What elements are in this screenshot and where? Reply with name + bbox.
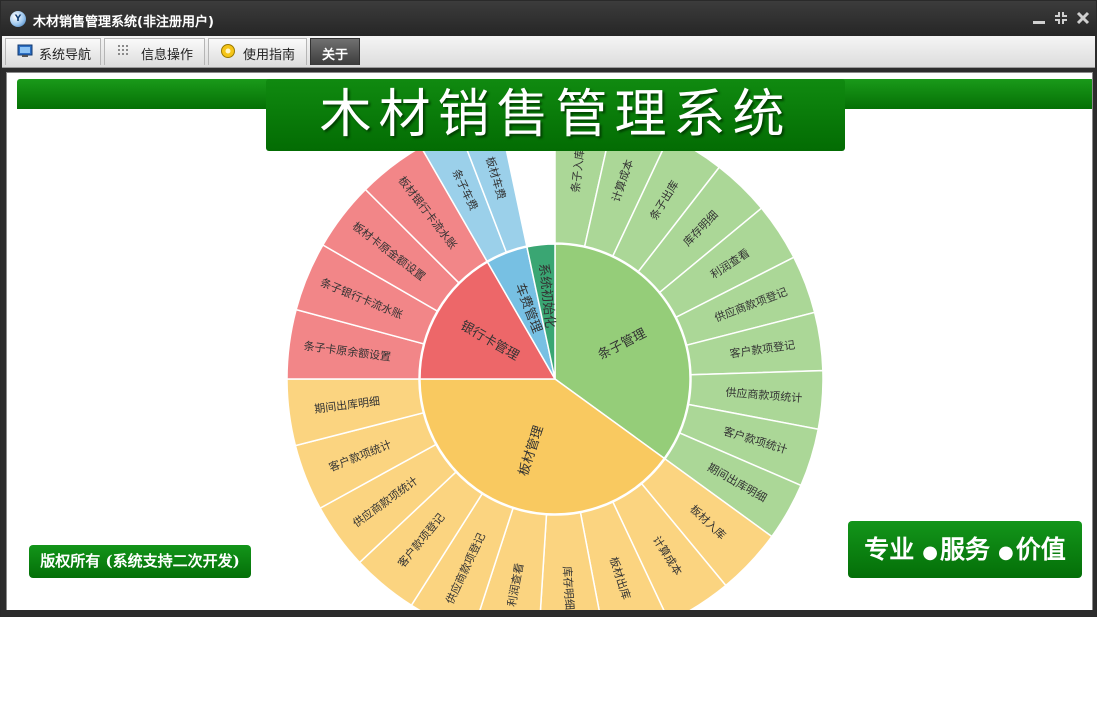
grid-icon: [118, 45, 128, 55]
about-panel: 条子管理 条子入库 计算成本 条子出库 库存明细 利润查看 供应商款项登记 客户款项登记 供应商…: [6, 72, 1093, 611]
sector-outer-label: 库存明细: [560, 566, 577, 611]
menu-item-label: 信息操作: [141, 48, 194, 63]
slogan-word: 价值: [1015, 535, 1066, 564]
bullet-dot: ●: [922, 542, 938, 563]
restore-icon[interactable]: [1053, 10, 1069, 26]
copyright-badge: 版权所有 (系统支持二次开发): [29, 545, 251, 578]
menu-item-label: 使用指南: [243, 48, 296, 63]
monitor-icon: [17, 44, 33, 57]
window-title: 木材销售管理系统(非注册用户): [33, 15, 214, 30]
banner-title: 木材销售管理系统: [266, 79, 845, 151]
menu-bar: 系统导航 信息操作 使用指南 关于: [2, 36, 1095, 68]
menu-item-label: 关于: [322, 48, 349, 63]
title-bar: Y 木材销售管理系统(非注册用户): [1, 1, 1096, 36]
slogan-badge: 专业 ●服务 ●价值: [848, 521, 1082, 578]
close-icon[interactable]: [1075, 10, 1091, 26]
slogan-word: 专业: [864, 535, 915, 564]
menu-info-ops[interactable]: 信息操作: [104, 38, 205, 65]
app-window: Y 木材销售管理系统(非注册用户) 系统导航 信息操作 使用指南 关于 条子管理…: [0, 0, 1097, 617]
window-bottom-border: [2, 610, 1095, 616]
slogan-word: 服务: [939, 535, 990, 564]
menu-user-guide[interactable]: 使用指南: [208, 38, 307, 65]
bullet-dot: ●: [998, 542, 1014, 563]
menu-system-nav[interactable]: 系统导航: [5, 38, 101, 65]
app-logo-icon: Y: [10, 11, 26, 27]
menu-about[interactable]: 关于: [310, 38, 360, 65]
minimize-icon[interactable]: [1031, 10, 1047, 26]
menu-item-label: 系统导航: [39, 48, 92, 63]
help-icon: [221, 44, 235, 58]
